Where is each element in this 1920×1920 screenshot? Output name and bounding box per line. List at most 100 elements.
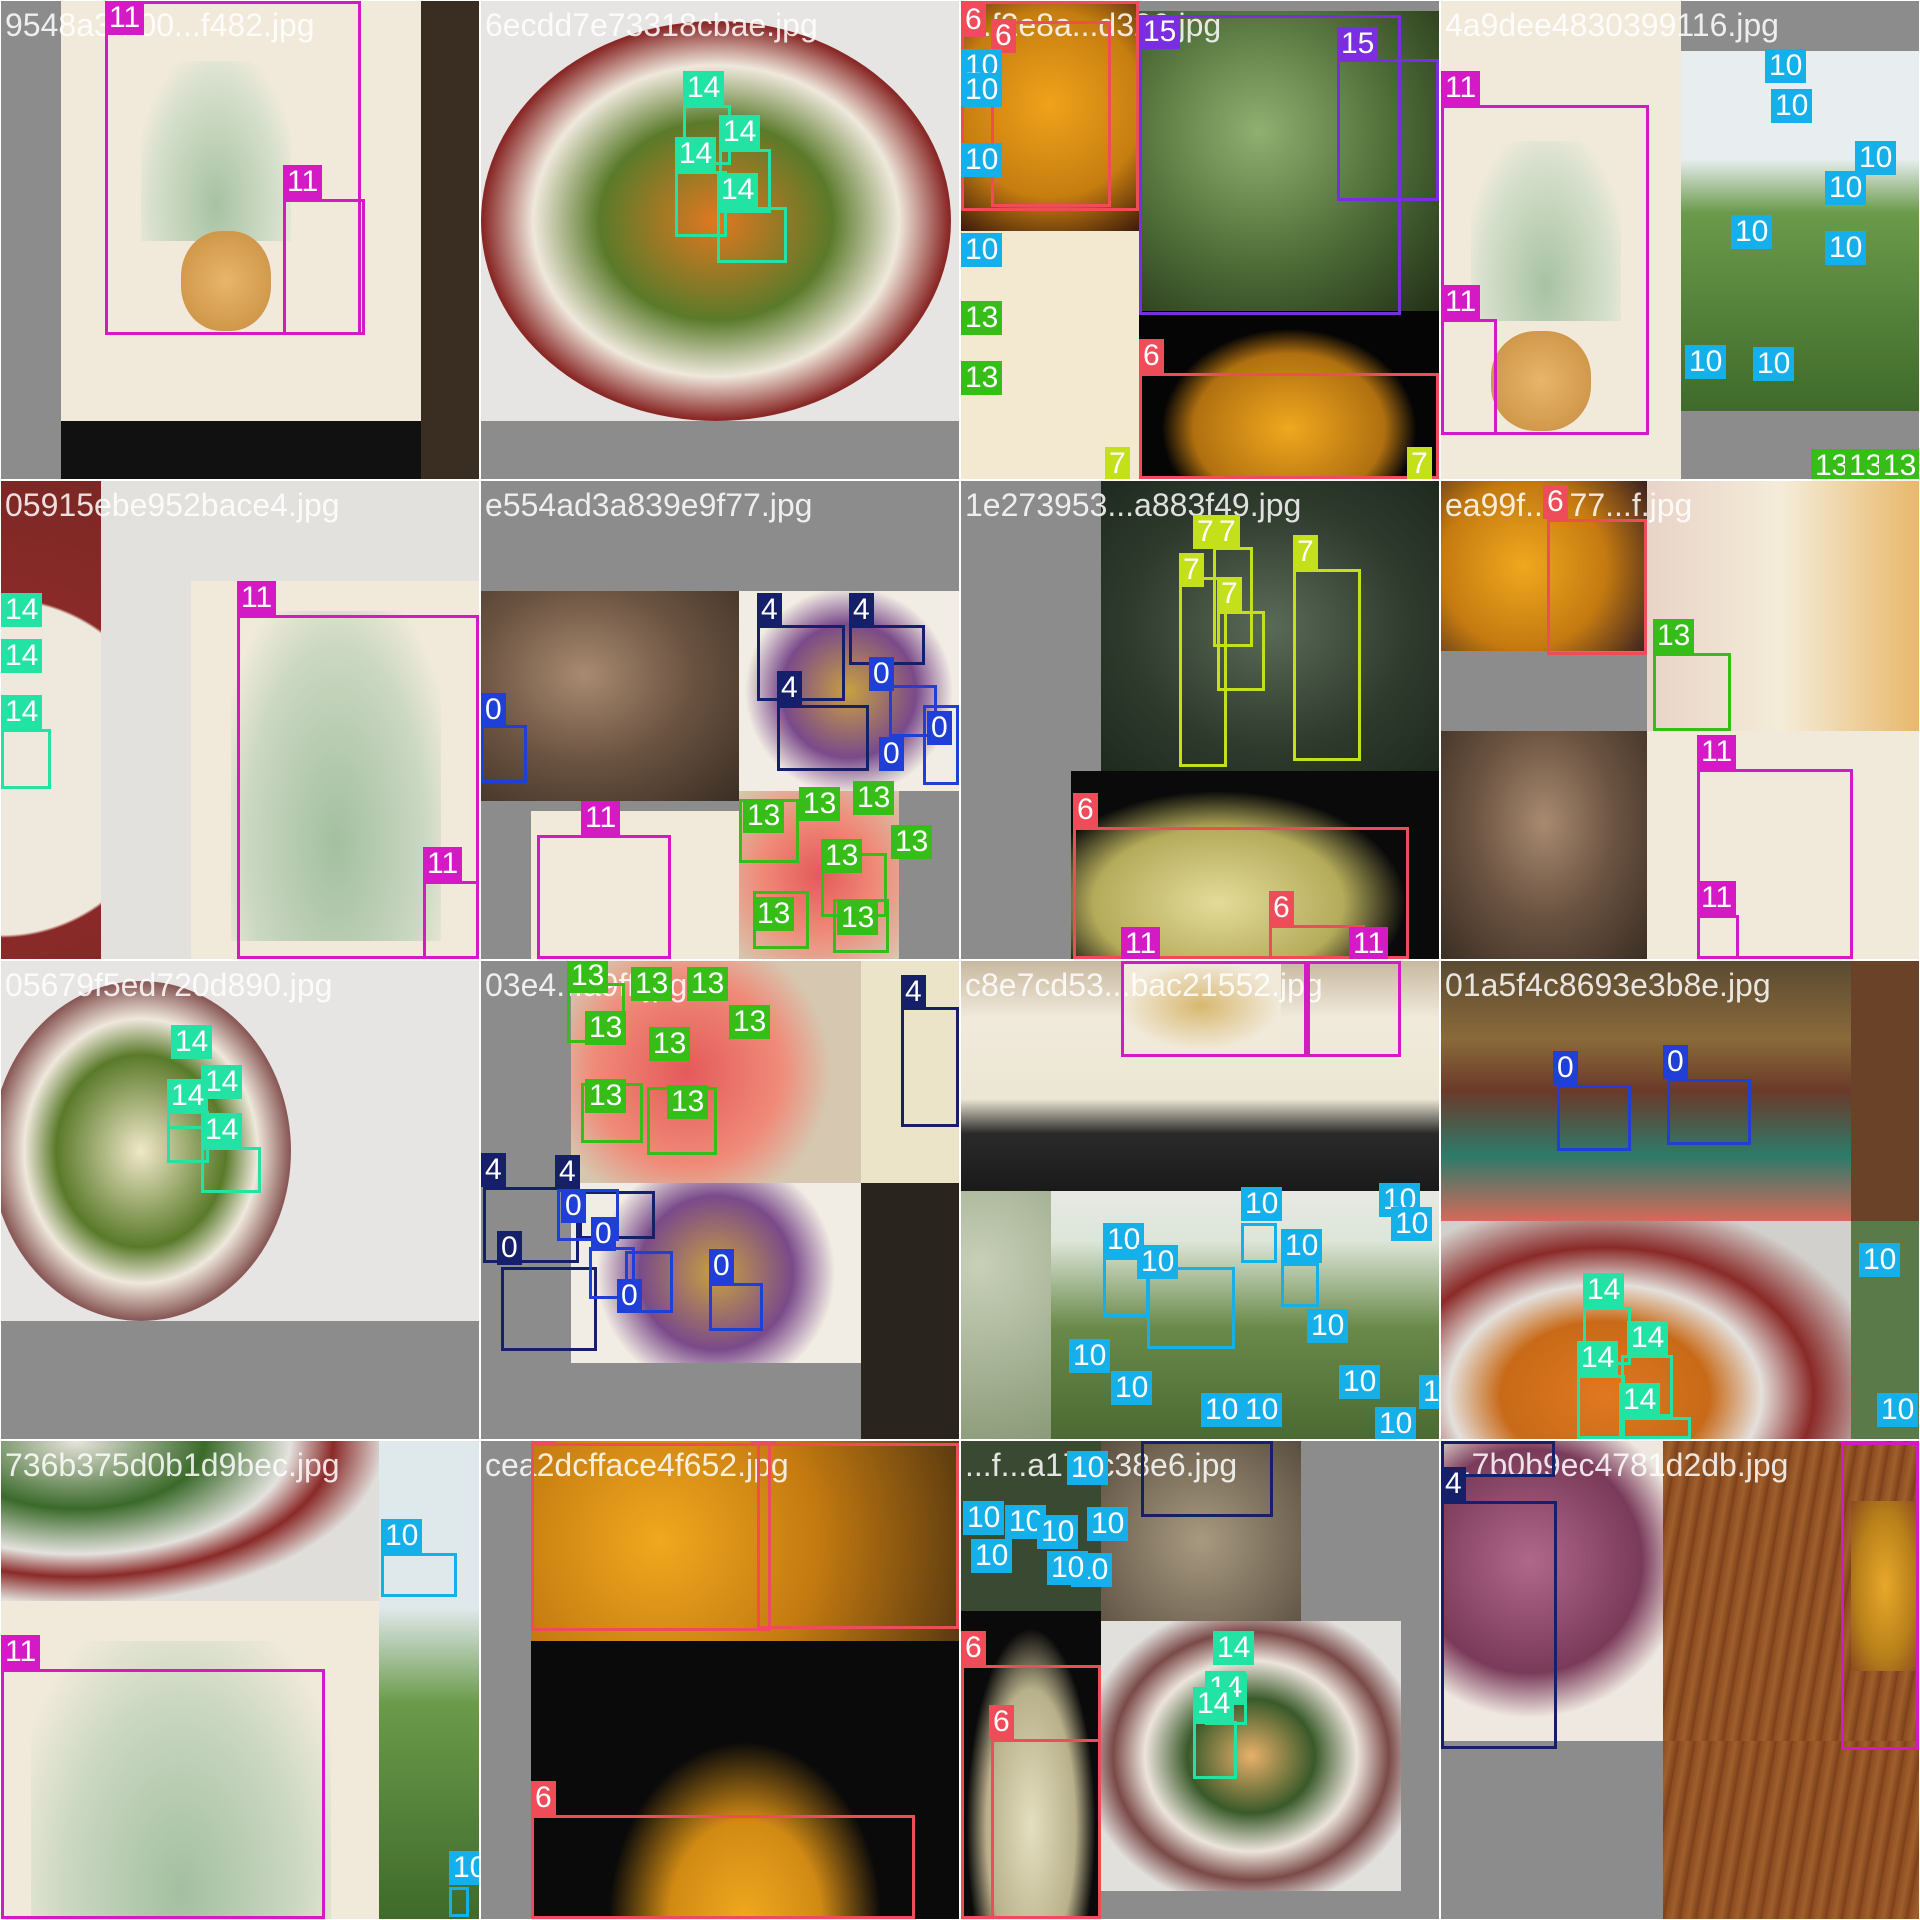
class-label: 13 [585, 1011, 627, 1045]
class-label: 6 [961, 3, 986, 37]
class-label: 10 [381, 1519, 423, 1553]
class-label: 11 [1349, 927, 1389, 959]
bbox [501, 1267, 597, 1351]
class-label: 10 [1339, 1365, 1381, 1399]
mosaic-tile-14: ...f...a174c38e6.jpg 10 10 10 10 10 10 1… [960, 1440, 1440, 1920]
class-label: 11 [1, 1635, 41, 1669]
class-label: 10 [1067, 1451, 1109, 1485]
class-label: 14 [1627, 1321, 1669, 1355]
bbox [1619, 1417, 1691, 1439]
class-label: 13 [1653, 619, 1695, 653]
class-label: 10 [1201, 1393, 1243, 1427]
image-filename: 01a5f4c8693e3b8e.jpg [1445, 967, 1771, 1003]
image-filename: 736b375d0b1d9bec.jpg [5, 1447, 340, 1483]
class-label: 14 [683, 71, 725, 105]
class-label: 4 [1141, 1440, 1166, 1441]
class-label: 14 [1193, 1687, 1235, 1721]
still-life-painting-photo [861, 1183, 959, 1439]
class-label: 14 [171, 1025, 213, 1059]
bbox [1557, 1085, 1631, 1151]
class-label: 10 [961, 73, 1003, 107]
class-label: 10 [1047, 1551, 1089, 1585]
class-label: 13 [649, 1027, 691, 1061]
class-label: 10 [1753, 347, 1795, 381]
bbox [481, 725, 527, 783]
class-label: 7 [1215, 515, 1240, 549]
class-label: 10 [1771, 89, 1813, 123]
mosaic-tile-3: 4a9dee4830399116.jpg 11 11 10 10 10 10 1… [1440, 0, 1920, 480]
class-label: 11 [1839, 1441, 1879, 1443]
class-label: 10 [963, 1501, 1005, 1535]
class-label: 7 [1193, 515, 1218, 549]
class-label: 0 [497, 1231, 522, 1265]
bbox [537, 835, 671, 959]
class-label: 10 [1307, 1309, 1349, 1343]
class-label: 4 [901, 975, 926, 1009]
class-label: 13 [799, 787, 841, 821]
class-label: 6 [531, 1441, 556, 1443]
class-label: 4 [757, 593, 782, 627]
class-label: 11 [105, 1, 145, 35]
class-label: 4 [1441, 1467, 1466, 1501]
class-label: 14 [201, 1113, 243, 1147]
class-label: 10 [1087, 1507, 1129, 1541]
class-label: 10 [1241, 1187, 1283, 1221]
mosaic-tile-9: 03e4...a9ff.jpg 13 13 13 13 13 13 13 13 … [480, 960, 960, 1440]
class-label: 14 [1577, 1341, 1619, 1375]
bbox [1281, 1263, 1319, 1307]
class-label: 4 [555, 1155, 580, 1189]
class-label: 6 [1073, 793, 1098, 827]
class-label: 13 [853, 781, 895, 815]
image-filename: 1e273953...a883f49.jpg [965, 487, 1302, 523]
class-label: 0 [1553, 1051, 1578, 1085]
class-label: 10 [1765, 49, 1807, 83]
class-label: 6 [531, 1781, 556, 1815]
bbox [1293, 569, 1361, 761]
bbox [1441, 319, 1497, 435]
bbox [1547, 519, 1647, 655]
class-label: 13 [891, 825, 933, 859]
bbox [1217, 611, 1265, 691]
bbox [1139, 373, 1439, 479]
bbox [717, 207, 787, 263]
bbox [283, 199, 365, 335]
bbox [1577, 1375, 1625, 1439]
class-label: 14 [1583, 1273, 1625, 1307]
mosaic-tile-1: 6ecdd7e73318cbae.jpg 14 14 14 14 [480, 0, 960, 480]
class-label: 13 [837, 901, 879, 935]
blurred-blossom-photo [961, 231, 1139, 479]
class-label: 10 [449, 1851, 479, 1885]
image-filename: 05915ebe952bace4.jpg [5, 487, 340, 523]
class-label: 11 [1441, 71, 1481, 105]
class-label: 0 [617, 1279, 642, 1313]
bbox [1121, 961, 1307, 1057]
class-label: 10 [1391, 1207, 1433, 1241]
class-label: 14 [1619, 1383, 1661, 1417]
class-label: 11 [1441, 285, 1481, 319]
bbox [1667, 1079, 1751, 1145]
class-label: 10 [1241, 1393, 1283, 1427]
pear-tree-photo [379, 1441, 479, 1919]
class-label: 10 [1685, 345, 1727, 379]
mosaic-tile-7: ea99f...177...f.jpg 6 13 11 11 [1440, 480, 1920, 960]
class-label: 10 [1731, 215, 1773, 249]
bbox [531, 1443, 771, 1631]
class-label: 13 [961, 301, 1003, 335]
bbox [531, 1815, 915, 1919]
class-label: 10 [1137, 1245, 1179, 1279]
class-label: 13 [753, 897, 795, 931]
bbox [1147, 1267, 1235, 1349]
class-label: 4 [777, 671, 802, 705]
bbox [1, 1669, 325, 1919]
image-filename: 05679f5ed720d890.jpg [5, 967, 333, 1003]
class-label: 14 [1, 593, 43, 627]
class-label: 15 [1337, 27, 1379, 61]
bbox [901, 1007, 959, 1127]
mosaic-tile-13: cea2dcfface4f652.jpg 6 6 6 [480, 1440, 960, 1920]
mosaic-tile-4: 05915ebe952bace4.jpg 14 14 14 11 11 [0, 480, 480, 960]
still-life-painting-photo [1441, 731, 1647, 959]
class-label: 14 [1213, 1631, 1255, 1665]
class-label: 7 [1407, 447, 1432, 479]
class-label: 6 [1543, 485, 1568, 519]
mosaic-tile-11: 01a5f4c8693e3b8e.jpg 0 0 14 14 14 14 10 … [1440, 960, 1920, 1440]
